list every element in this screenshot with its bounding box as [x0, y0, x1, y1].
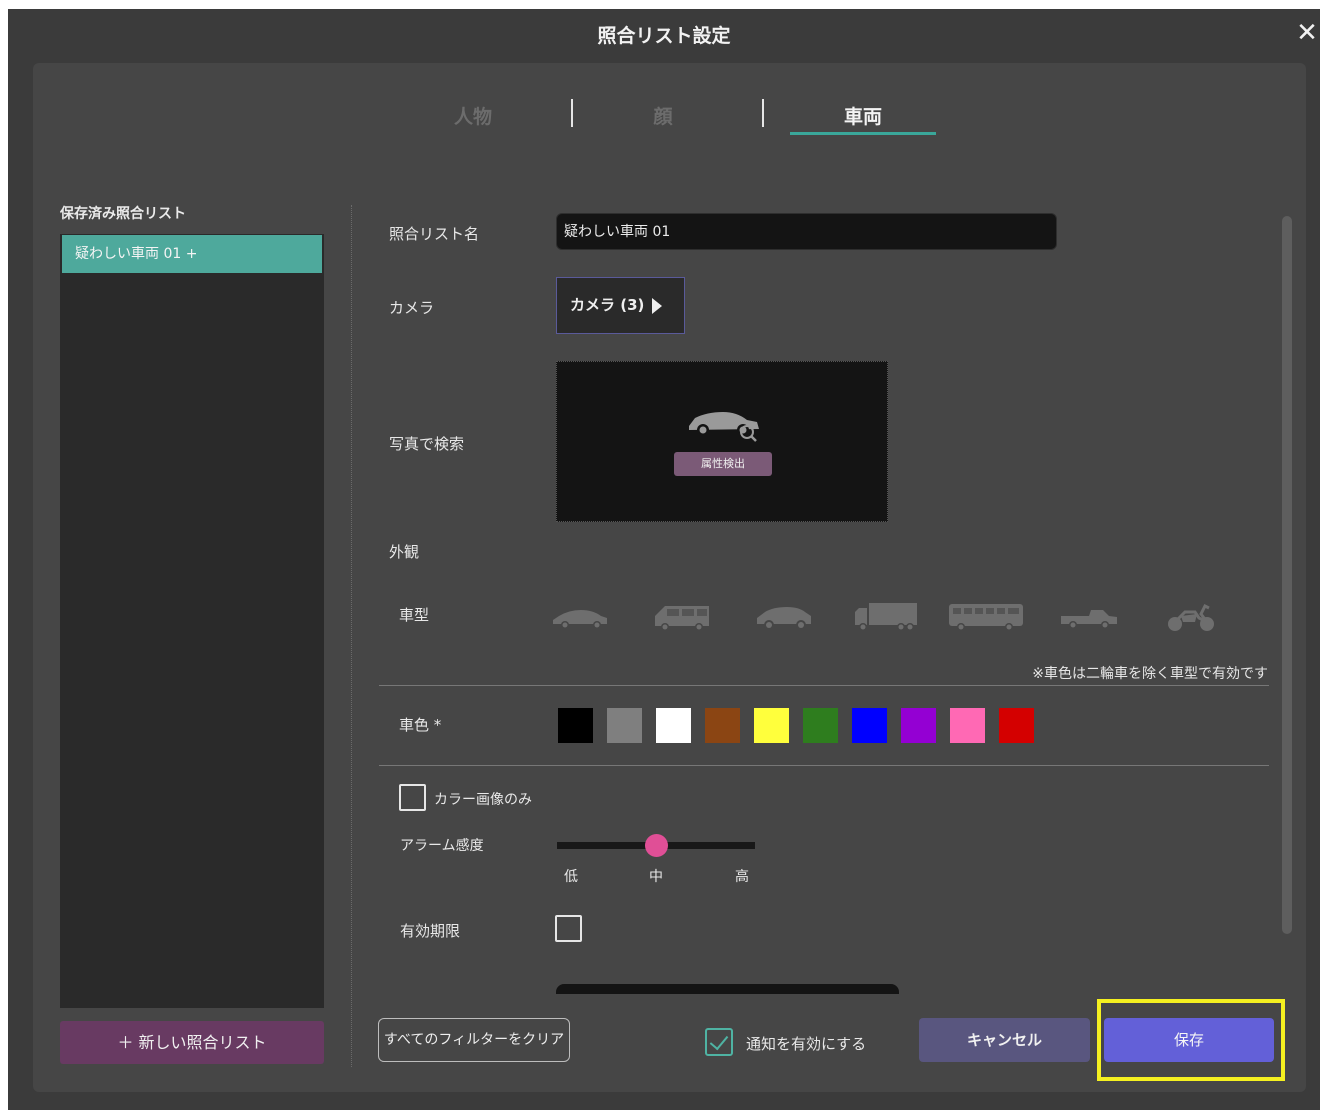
expiry-label: 有効期限: [400, 922, 461, 940]
color-swatch[interactable]: [754, 708, 789, 743]
tab-separator: [571, 99, 573, 127]
bus-icon[interactable]: [947, 596, 1025, 636]
dialog-title: 照合リスト設定: [597, 25, 731, 47]
color-only-label: カラー画像のみ: [434, 792, 532, 808]
sedan-icon[interactable]: [551, 596, 609, 636]
name-label: 照合リスト名: [389, 225, 480, 243]
tab-face[interactable]: 顔: [623, 101, 703, 141]
alarm-level-mid: 中: [649, 869, 663, 885]
tab-separator: [762, 99, 764, 127]
notify-label: 通知を有効にする: [746, 1035, 867, 1053]
active-tab-indicator: [790, 132, 936, 135]
tab-vehicle[interactable]: 車両: [813, 101, 913, 141]
divider: [379, 765, 1269, 766]
photo-drop-area[interactable]: 属性検出: [556, 361, 888, 522]
alarm-level-high: 高: [735, 869, 749, 885]
divider: [379, 685, 1269, 686]
attribute-detect-button[interactable]: 属性検出: [674, 452, 772, 476]
color-swatch[interactable]: [901, 708, 936, 743]
color-swatch[interactable]: [558, 708, 593, 743]
play-arrow-icon: [652, 298, 662, 314]
camera-button[interactable]: カメラ (3): [556, 277, 685, 334]
saved-lists-title: 保存済み照合リスト: [60, 206, 186, 222]
photo-search-label: 写真で検索: [389, 435, 465, 453]
alarm-level-low: 低: [564, 869, 578, 885]
expiry-checkbox[interactable]: [555, 915, 582, 942]
color-swatch[interactable]: [803, 708, 838, 743]
color-note: ※車色は二輪車を除く車型で有効です: [1032, 666, 1268, 682]
scrollbar[interactable]: [1282, 216, 1292, 934]
car-search-icon: [689, 412, 759, 442]
settings-dialog: 照合リスト設定 ✕ 人物 顔 車両 保存済み照合リスト 疑わしい車両 01 + …: [8, 9, 1320, 1110]
camera-button-label: カメラ (3): [570, 296, 645, 314]
motorcycle-icon[interactable]: [1165, 596, 1217, 636]
list-name-input[interactable]: 疑わしい車両 01: [556, 213, 1057, 250]
slider-thumb[interactable]: [645, 834, 668, 857]
suv-icon[interactable]: [755, 596, 813, 636]
color-only-checkbox[interactable]: [399, 784, 426, 811]
color-swatch[interactable]: [656, 708, 691, 743]
vehicle-color-label: 車色 *: [399, 716, 442, 734]
notify-checkbox[interactable]: [705, 1028, 733, 1056]
saved-lists: 疑わしい車両 01 +: [60, 234, 324, 1008]
alarm-sensitivity-label: アラーム感度: [400, 838, 484, 854]
cancel-button[interactable]: キャンセル: [919, 1018, 1090, 1062]
tab-bar: 人物 顔 車両: [33, 99, 1306, 141]
clear-filters-button[interactable]: すべてのフィルターをクリア: [378, 1018, 570, 1062]
color-swatch[interactable]: [705, 708, 740, 743]
save-button[interactable]: 保存: [1104, 1018, 1274, 1062]
divider: [351, 205, 352, 1067]
pickup-icon[interactable]: [1059, 596, 1119, 636]
appearance-label: 外観: [389, 543, 420, 561]
truck-icon[interactable]: [853, 596, 919, 636]
content-panel: 人物 顔 車両 保存済み照合リスト 疑わしい車両 01 + ＋ 新しい照合リスト…: [33, 63, 1306, 1092]
van-icon[interactable]: [651, 596, 711, 636]
close-icon[interactable]: ✕: [1294, 19, 1320, 49]
vehicle-type-label: 車型: [399, 606, 430, 624]
new-list-button[interactable]: ＋ 新しい照合リスト: [60, 1021, 324, 1064]
title-bar: 照合リスト設定 ✕: [8, 9, 1320, 61]
tab-person[interactable]: 人物: [423, 101, 523, 141]
color-swatch[interactable]: [852, 708, 887, 743]
date-input[interactable]: [556, 984, 899, 994]
list-item[interactable]: 疑わしい車両 01 +: [62, 235, 322, 273]
color-swatch[interactable]: [607, 708, 642, 743]
color-swatch[interactable]: [999, 708, 1034, 743]
color-swatch[interactable]: [950, 708, 985, 743]
camera-label: カメラ: [389, 299, 435, 317]
